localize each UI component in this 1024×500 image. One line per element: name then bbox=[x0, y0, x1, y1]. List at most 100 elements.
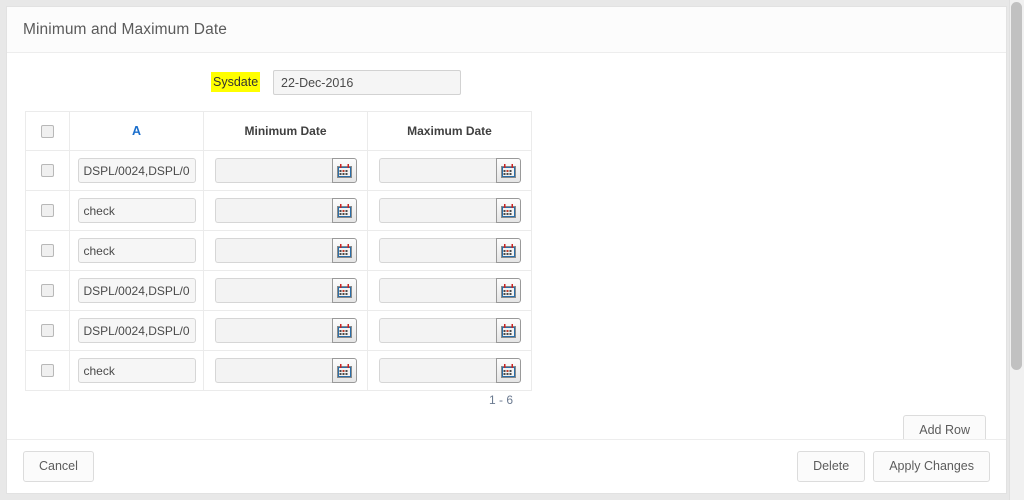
calendar-icon bbox=[500, 283, 516, 298]
cell-minimum-date bbox=[203, 230, 368, 271]
calendar-icon bbox=[336, 283, 352, 298]
row-select-checkbox[interactable] bbox=[41, 284, 54, 297]
cell-a bbox=[69, 230, 204, 271]
a-input[interactable] bbox=[77, 198, 196, 223]
calendar-icon-button[interactable] bbox=[495, 318, 521, 343]
calendar-icon bbox=[336, 163, 352, 178]
editable-grid: A Minimum Date Maximum Date bbox=[25, 111, 532, 391]
maximum-date-field bbox=[378, 198, 521, 223]
cell-minimum-date bbox=[203, 310, 368, 351]
calendar-icon-button[interactable] bbox=[331, 198, 357, 223]
calendar-icon bbox=[500, 203, 516, 218]
table-row bbox=[25, 270, 532, 311]
delete-button[interactable]: Delete bbox=[797, 451, 866, 482]
maximum-date-input[interactable] bbox=[378, 278, 496, 303]
minimum-date-input[interactable] bbox=[214, 278, 332, 303]
row-select-checkbox[interactable] bbox=[41, 324, 54, 337]
table-row bbox=[25, 150, 532, 191]
table-row bbox=[25, 190, 532, 231]
maximum-date-field bbox=[378, 158, 521, 183]
select-all-checkbox[interactable] bbox=[41, 124, 54, 138]
bottom-bar-right: Delete Apply Changes bbox=[797, 451, 990, 482]
maximum-date-field bbox=[378, 238, 521, 263]
calendar-icon bbox=[336, 243, 352, 258]
calendar-icon-button[interactable] bbox=[495, 238, 521, 263]
sysdate-row: Sysdate bbox=[7, 70, 1006, 98]
minimum-date-field bbox=[214, 158, 357, 183]
sysdate-label: Sysdate bbox=[211, 72, 261, 92]
maximum-date-field bbox=[378, 278, 521, 303]
row-select-checkbox[interactable] bbox=[41, 244, 54, 257]
row-select-checkbox[interactable] bbox=[41, 364, 54, 377]
cell-a bbox=[69, 350, 204, 391]
cell-minimum-date bbox=[203, 270, 368, 311]
cell-maximum-date bbox=[367, 190, 532, 231]
calendar-icon bbox=[336, 363, 352, 378]
application-window: Minimum and Maximum Date Sysdate 22-Dec-… bbox=[0, 0, 1024, 500]
row-select-cell bbox=[25, 270, 70, 311]
cell-a bbox=[69, 310, 204, 351]
apply-changes-button[interactable]: Apply Changes bbox=[873, 451, 990, 482]
bottom-bar-left: Cancel bbox=[23, 451, 94, 482]
maximum-date-input[interactable] bbox=[378, 158, 496, 183]
table-row bbox=[25, 310, 532, 351]
scrollbar-thumb[interactable] bbox=[1011, 2, 1022, 370]
minimum-date-field bbox=[214, 198, 357, 223]
minimum-date-input[interactable] bbox=[214, 318, 332, 343]
maximum-date-field bbox=[378, 318, 521, 343]
calendar-icon-button[interactable] bbox=[331, 278, 357, 303]
pagination-range: 1 - 6 bbox=[488, 393, 513, 407]
row-select-cell bbox=[25, 150, 70, 191]
cell-minimum-date bbox=[203, 150, 368, 191]
calendar-icon-button[interactable] bbox=[495, 198, 521, 223]
minimum-maximum-date-region: Minimum and Maximum Date Sysdate 22-Dec-… bbox=[6, 6, 1007, 494]
maximum-date-input[interactable] bbox=[378, 358, 496, 383]
column-header-maximum-date: Maximum Date bbox=[367, 111, 532, 151]
maximum-date-input[interactable] bbox=[378, 318, 496, 343]
maximum-date-input[interactable] bbox=[378, 238, 496, 263]
minimum-date-input[interactable] bbox=[214, 358, 332, 383]
cell-a bbox=[69, 150, 204, 191]
row-select-cell bbox=[25, 310, 70, 351]
cell-maximum-date bbox=[367, 310, 532, 351]
cell-minimum-date bbox=[203, 350, 368, 391]
calendar-icon bbox=[336, 203, 352, 218]
a-input[interactable] bbox=[77, 158, 196, 183]
a-input[interactable] bbox=[77, 358, 196, 383]
sysdate-input[interactable] bbox=[273, 70, 461, 95]
table-row bbox=[25, 230, 532, 271]
cell-a bbox=[69, 270, 204, 311]
calendar-icon-button[interactable] bbox=[495, 358, 521, 383]
calendar-icon-button[interactable] bbox=[331, 158, 357, 183]
a-input[interactable] bbox=[77, 278, 196, 303]
column-header-a-link[interactable]: A bbox=[132, 124, 141, 138]
a-input[interactable] bbox=[77, 318, 196, 343]
table-row bbox=[25, 350, 532, 391]
calendar-icon bbox=[500, 363, 516, 378]
grid-body bbox=[25, 150, 532, 391]
minimum-date-input[interactable] bbox=[214, 158, 332, 183]
calendar-icon-button[interactable] bbox=[495, 158, 521, 183]
grid-header: A Minimum Date Maximum Date bbox=[25, 111, 532, 151]
calendar-icon bbox=[336, 323, 352, 338]
minimum-date-input[interactable] bbox=[214, 238, 332, 263]
calendar-icon-button[interactable] bbox=[331, 318, 357, 343]
calendar-icon-button[interactable] bbox=[331, 358, 357, 383]
a-input[interactable] bbox=[77, 238, 196, 263]
column-header-minimum-date: Minimum Date bbox=[203, 111, 368, 151]
calendar-icon-button[interactable] bbox=[495, 278, 521, 303]
row-select-checkbox[interactable] bbox=[41, 204, 54, 217]
page-title: Minimum and Maximum Date bbox=[23, 20, 227, 38]
vertical-scrollbar[interactable] bbox=[1009, 0, 1024, 500]
column-header-a: A bbox=[69, 111, 204, 151]
minimum-date-field bbox=[214, 358, 357, 383]
cancel-button[interactable]: Cancel bbox=[23, 451, 94, 482]
minimum-date-field bbox=[214, 318, 357, 343]
maximum-date-input[interactable] bbox=[378, 198, 496, 223]
row-select-checkbox[interactable] bbox=[41, 164, 54, 177]
calendar-icon-button[interactable] bbox=[331, 238, 357, 263]
minimum-date-input[interactable] bbox=[214, 198, 332, 223]
row-select-cell bbox=[25, 190, 70, 231]
cell-maximum-date bbox=[367, 150, 532, 191]
minimum-date-field bbox=[214, 278, 357, 303]
